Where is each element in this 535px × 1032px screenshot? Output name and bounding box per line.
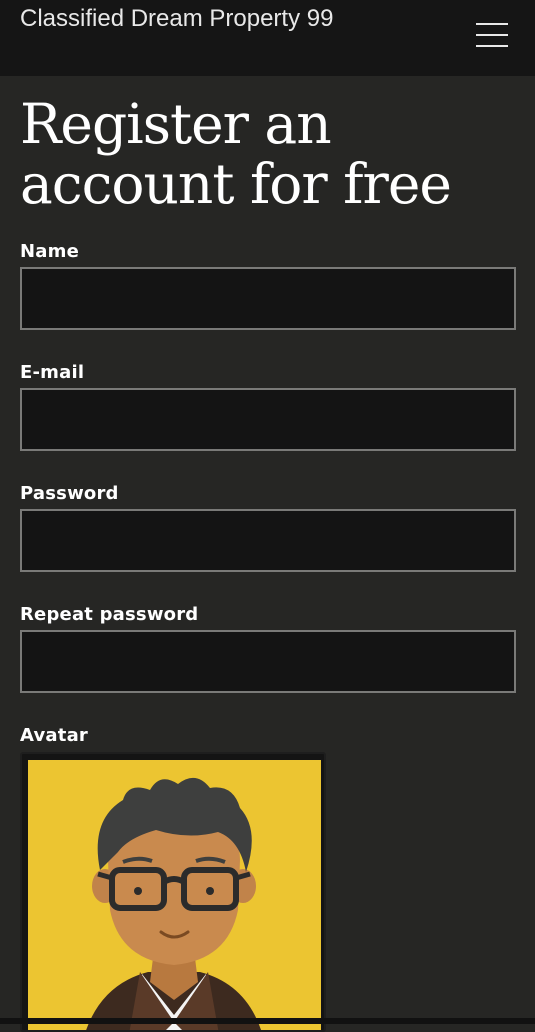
email-label: E-mail bbox=[20, 362, 85, 383]
password-input[interactable] bbox=[20, 509, 516, 572]
top-navigation-bar: Classified Dream Property 99 bbox=[0, 0, 535, 76]
avatar-label: Avatar bbox=[20, 725, 88, 746]
avatar-picker[interactable] bbox=[20, 752, 326, 1032]
hamburger-menu-icon-line-middle bbox=[476, 34, 508, 36]
site-title[interactable]: Classified Dream Property 99 bbox=[20, 4, 333, 34]
email-input[interactable] bbox=[20, 388, 516, 451]
name-input[interactable] bbox=[20, 267, 516, 330]
menu-button[interactable] bbox=[474, 20, 510, 50]
registration-page: Register an account for free Name E-mail… bbox=[0, 76, 535, 1032]
hamburger-menu-icon-line-bottom bbox=[476, 45, 508, 47]
repeat-password-label: Repeat password bbox=[20, 604, 199, 625]
password-label: Password bbox=[20, 483, 119, 504]
bottom-edge bbox=[0, 1018, 535, 1024]
page-title: Register an account for free bbox=[20, 92, 452, 216]
repeat-password-input[interactable] bbox=[20, 630, 516, 693]
avatar-image bbox=[86, 777, 262, 1030]
hamburger-menu-icon bbox=[476, 23, 508, 25]
name-label: Name bbox=[20, 241, 79, 262]
avatar-image-background bbox=[28, 760, 321, 1030]
